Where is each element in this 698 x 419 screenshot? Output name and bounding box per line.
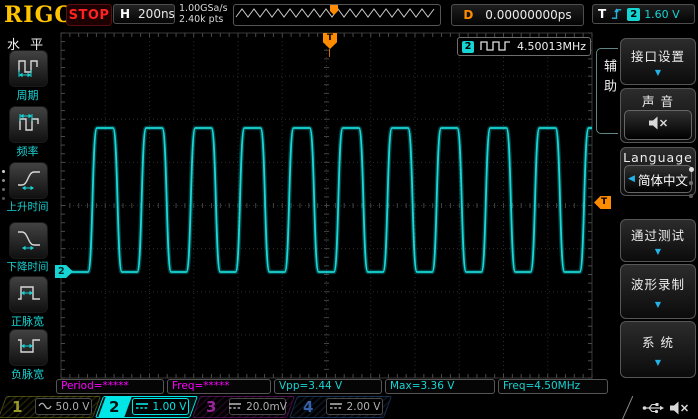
menu-item-waveform-record[interactable]: 波形录制 ▼	[620, 264, 696, 319]
channel-number: 2	[109, 398, 119, 416]
scale-value: 20.0mV	[246, 401, 287, 413]
measurement-freq[interactable]: Freq=*****	[167, 379, 271, 394]
channel-number: 4	[303, 398, 313, 416]
channel-scale: 20.0mV	[229, 398, 286, 415]
frequency-counter: 2 4.50013MHz	[457, 37, 591, 56]
menu-item-label: 系 统	[642, 332, 674, 351]
speaker-muted-icon	[647, 115, 669, 135]
chevron-down-icon: ▼	[655, 359, 661, 367]
menu-item-label: 通过测试	[631, 225, 685, 244]
trigger-position-stem	[329, 49, 330, 57]
chevron-down-icon: ▼	[655, 301, 661, 309]
measure-label-rise-time: 上升时间	[0, 199, 55, 214]
channel-3-status[interactable]: 3 20.0mV	[196, 396, 291, 418]
menu-scroll-dot	[2, 179, 5, 182]
menu-item-language[interactable]: Language◀简体中文	[620, 147, 696, 196]
language-select[interactable]: ◀简体中文	[624, 165, 692, 193]
measurement-max[interactable]: Max=3.36 V	[385, 379, 495, 394]
chevron-down-icon: ▼	[655, 248, 661, 256]
counter-source-badge: 2	[462, 41, 474, 53]
measure-button-rise-time[interactable]	[9, 162, 48, 199]
measure-button-positive-pulse-width[interactable]	[9, 276, 48, 313]
menu-scroll-dot	[689, 167, 694, 172]
scale-value: 1.00 V	[153, 401, 187, 413]
channel-2-status[interactable]: 2 1.00 V	[99, 396, 194, 418]
measure-label-positive-pulse-width: 正脉宽	[0, 313, 55, 329]
measure-label-fall-time: 下降时间	[0, 259, 55, 274]
measure-button-fall-time[interactable]	[9, 222, 48, 259]
dc-coupling-icon	[329, 401, 343, 413]
square-wave-icon	[479, 37, 512, 56]
menu-scroll-dot	[2, 197, 5, 200]
channel-scale: 2.00 V	[326, 398, 383, 415]
measurement-vpp[interactable]: Vpp=3.44 V	[274, 379, 382, 394]
counter-value: 4.50013MHz	[517, 40, 586, 53]
language-value: 简体中文	[638, 170, 688, 189]
scale-value: 50.0 V	[56, 401, 90, 413]
speaker-muted-icon	[668, 400, 690, 419]
measure-label-period: 周期	[0, 87, 55, 103]
menu-item-interface-settings[interactable]: 接口设置 ▼	[620, 38, 696, 85]
measure-label-negative-pulse-width: 负脉宽	[0, 366, 55, 382]
oscilloscope-screen: RIGOL STOP H 200ns 1.00GSa/s 2.40k pts D…	[0, 0, 698, 419]
fall-time-icon	[16, 228, 42, 254]
measurement-freq2[interactable]: Freq=4.50MHz	[498, 379, 608, 394]
utility-tab[interactable]: 辅助	[596, 48, 618, 134]
menu-item-sound[interactable]: 声 音	[620, 88, 696, 143]
measure-button-negative-pulse-width[interactable]	[9, 329, 48, 366]
pos-width-icon	[16, 282, 42, 308]
waveform-display	[0, 0, 698, 419]
menu-scroll-dot	[2, 170, 5, 173]
channel-4-status[interactable]: 4 2.00 V	[293, 396, 388, 418]
menu-item-label: 声 音	[642, 91, 674, 110]
channel-scale: 1.00 V	[132, 398, 189, 415]
menu-item-label: 接口设置	[631, 46, 685, 65]
frequency-icon	[16, 112, 42, 138]
chevron-left-icon: ◀	[628, 174, 635, 184]
measure-button-frequency[interactable]	[9, 106, 48, 143]
scale-value: 2.00 V	[347, 401, 381, 413]
menu-item-system[interactable]: 系 统 ▼	[620, 321, 696, 378]
channel-number: 1	[12, 398, 22, 416]
neg-width-icon	[16, 335, 42, 361]
period-icon	[16, 56, 42, 82]
measurement-period[interactable]: Period=*****	[56, 379, 164, 394]
menu-item-label: 波形录制	[631, 274, 685, 293]
menu-scroll-dot	[689, 181, 693, 185]
channel-scale: 50.0 V	[35, 398, 92, 415]
usb-icon	[642, 400, 666, 419]
menu-scroll-dot	[2, 188, 5, 191]
menu-item-label: Language	[623, 150, 693, 165]
channel-1-status[interactable]: 1 50.0 V	[2, 396, 97, 418]
chevron-down-icon: ▼	[655, 69, 661, 77]
rise-time-icon	[16, 168, 42, 194]
sound-toggle-button[interactable]	[624, 110, 692, 140]
measure-button-period[interactable]	[9, 50, 48, 87]
menu-item-pass-test[interactable]: 通过测试 ▼	[620, 219, 696, 262]
menu-scroll-dot	[689, 194, 693, 198]
channel-number: 3	[206, 398, 216, 416]
ac-coupling-icon	[38, 401, 52, 413]
dc-coupling-icon	[228, 401, 242, 413]
dc-coupling-icon	[135, 401, 149, 413]
measure-label-frequency: 频率	[0, 143, 55, 159]
